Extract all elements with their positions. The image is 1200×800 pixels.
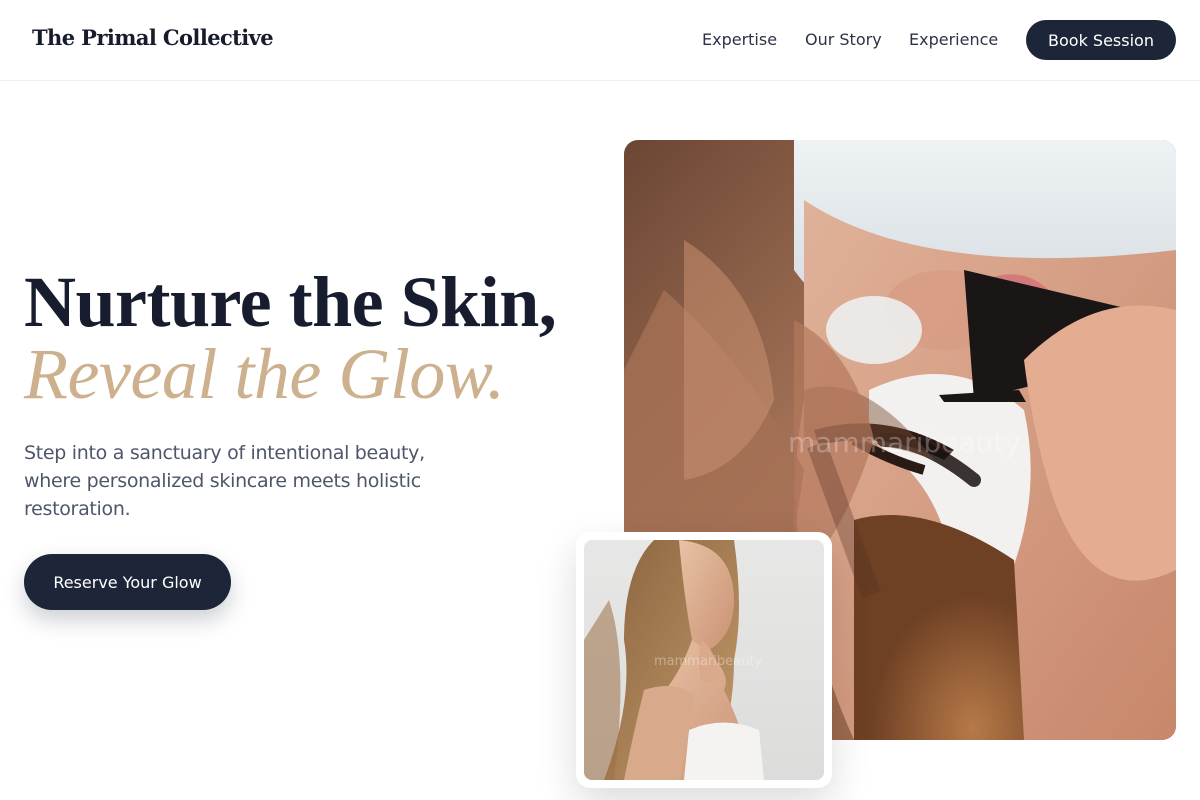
model-photo-watermark: mammaribeauty (654, 654, 763, 669)
model-photo-card: mammaribeauty (576, 532, 832, 788)
reserve-glow-button[interactable]: Reserve Your Glow (24, 554, 231, 610)
site-logo[interactable]: The Primal Collective (32, 25, 274, 50)
nav-link-experience[interactable]: Experience (909, 30, 998, 49)
nav-link-our-story[interactable]: Our Story (805, 30, 882, 49)
model-photo: mammaribeauty (584, 540, 824, 780)
book-session-button[interactable]: Book Session (1026, 20, 1176, 60)
hero-headline-primary: Nurture the Skin, (24, 262, 557, 342)
site-header: The Primal Collective Expertise Our Stor… (0, 0, 1200, 81)
hero-subtext: Step into a sanctuary of intentional bea… (24, 442, 425, 520)
photo-watermark: mammaribeauty (788, 426, 1021, 459)
hero-headline-accent: Reveal the Glow. (24, 334, 505, 414)
nav-link-expertise[interactable]: Expertise (702, 30, 777, 49)
